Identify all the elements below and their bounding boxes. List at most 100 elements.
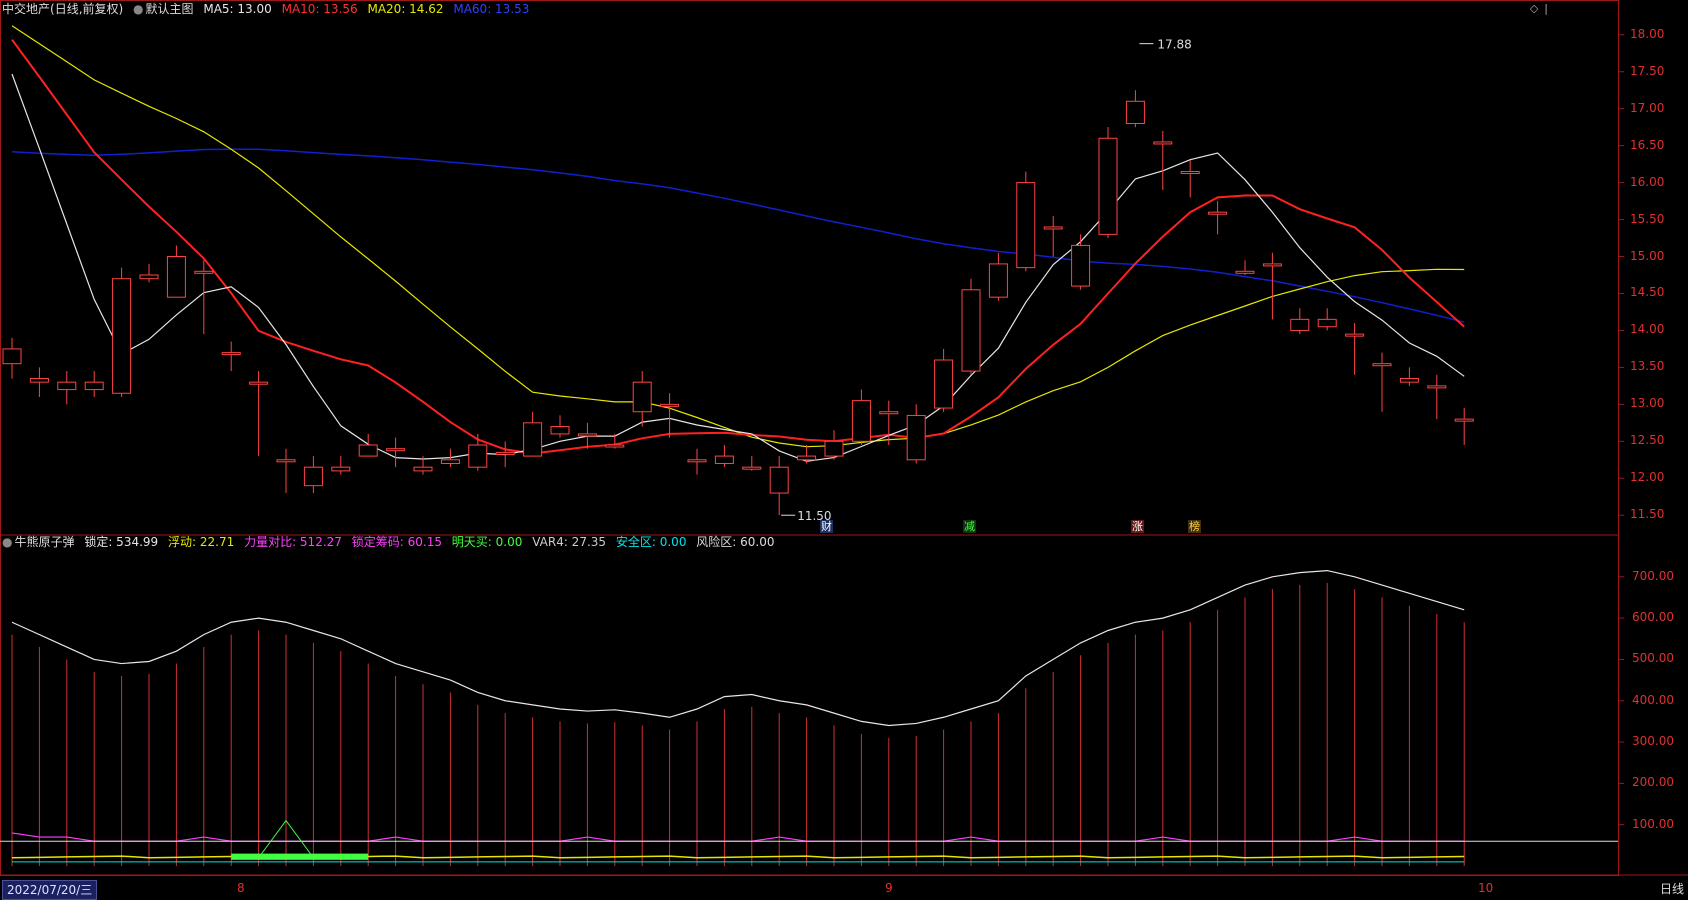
candle-up — [1317, 318, 1337, 328]
vertical-bar-icon[interactable]: | — [1544, 2, 1548, 18]
candle-up — [523, 422, 543, 457]
candle-up — [1399, 377, 1419, 383]
ma20-line — [11, 25, 1465, 448]
risk-zone-value: 风险区: 60.00 — [696, 535, 775, 549]
lock-line — [11, 569, 1465, 727]
sub-axis-label: 600.00 — [1632, 610, 1674, 625]
price-axis-label: 13.50 — [1630, 359, 1665, 374]
candle-up — [550, 426, 570, 435]
candle-up — [1427, 385, 1447, 389]
price-axis-label: 12.50 — [1630, 433, 1665, 448]
stock-name[interactable]: 中交地产 — [2, 2, 50, 16]
candle-up — [660, 403, 680, 407]
price-axis-label: 14.50 — [1630, 285, 1665, 300]
candle-up — [605, 444, 625, 448]
candle-up — [358, 444, 378, 457]
price-axis-label: 12.00 — [1630, 470, 1665, 485]
period-label: (日线,前复权) — [50, 2, 124, 16]
candle-up — [1290, 318, 1310, 331]
cursor-date-label: 2022/07/20/三 — [2, 880, 98, 900]
price-axis-label: 15.00 — [1630, 248, 1665, 263]
buy-tomorrow-value: 明天买: 0.00 — [451, 535, 523, 549]
candle-up — [1153, 141, 1173, 145]
price-axis-label: 16.00 — [1630, 174, 1665, 189]
candle-up — [29, 377, 49, 383]
candle-up — [440, 459, 460, 464]
candle-up — [1071, 244, 1091, 287]
candle-up — [166, 256, 186, 298]
ma20-label: MA20: 14.62 — [367, 2, 444, 16]
candle-up — [1125, 100, 1145, 124]
candle-up — [577, 433, 597, 437]
x-tick-oct: 10 — [1478, 881, 1494, 895]
event-marker-finance[interactable]: 财 — [820, 520, 833, 533]
candle-up — [797, 455, 817, 461]
sub-axis-label: 100.00 — [1632, 816, 1674, 831]
price-axis-label: 16.50 — [1630, 137, 1665, 152]
candle-up — [769, 466, 789, 494]
x-tick-aug: 8 — [237, 881, 245, 895]
template-label[interactable]: 默认主图 — [146, 2, 194, 16]
sub-axis-label: 700.00 — [1632, 568, 1674, 583]
candle-up — [824, 440, 844, 457]
sub-axis-label: 300.00 — [1632, 734, 1674, 749]
candle-up — [495, 451, 515, 455]
candle-up — [934, 359, 954, 409]
diamond-icon[interactable]: ◇ — [1530, 2, 1538, 18]
ma10-line — [11, 39, 1465, 455]
high-annotation: 17.88 — [1157, 38, 1191, 52]
sub-axis-label: 400.00 — [1632, 692, 1674, 707]
candle-up — [879, 411, 899, 415]
window-controls: ◇ | — [1530, 2, 1548, 18]
price-axis-label: 13.00 — [1630, 396, 1665, 411]
chart-frame — [0, 0, 1619, 876]
candle-up — [57, 381, 77, 391]
main-chart-header: 中交地产(日线,前复权) ● 默认主图 MA5: 13.00 MA10: 13.5… — [2, 0, 535, 18]
sub-axis-label: 500.00 — [1632, 651, 1674, 666]
ma5-label: MA5: 13.00 — [203, 2, 272, 16]
indicator-name[interactable]: 牛熊原子弹 — [14, 535, 74, 549]
event-marker-list[interactable]: 榜 — [1188, 520, 1201, 533]
candle-up — [1345, 333, 1365, 337]
float-value: 浮动: 22.71 — [168, 535, 235, 549]
ma60-label: MA60: 13.53 — [453, 2, 530, 16]
event-marker-reduce[interactable]: 减 — [963, 520, 976, 533]
candle-up — [961, 289, 981, 372]
candle-up — [1098, 137, 1118, 235]
price-axis-label: 11.50 — [1630, 507, 1665, 522]
candle-up — [112, 278, 132, 394]
sub-chart-header: ● 牛熊原子弹 锁定: 534.99 浮动: 22.71 力量对比: 512.27… — [2, 533, 781, 551]
candle-up — [468, 444, 488, 468]
power-value: 力量对比: 512.27 — [244, 535, 342, 549]
sub-axis-label: 200.00 — [1632, 775, 1674, 790]
candle-up — [84, 381, 104, 391]
ma10-label: MA10: 13.56 — [281, 2, 358, 16]
candle-up — [276, 459, 296, 463]
period-tag[interactable]: 日线 — [1660, 880, 1684, 898]
event-marker-limit-up[interactable]: 涨 — [1131, 520, 1144, 533]
indicator-dropdown-icon[interactable]: ● — [2, 535, 12, 549]
candle-up — [906, 414, 926, 461]
candle-up — [331, 466, 351, 472]
safe-zone-value: 安全区: 0.00 — [615, 535, 687, 549]
buy-zone — [231, 853, 369, 860]
candle-up — [139, 274, 159, 280]
ma5-line — [11, 73, 1465, 462]
var4-value: VAR4: 27.35 — [532, 535, 607, 549]
price-axis-label: 15.50 — [1630, 211, 1665, 226]
candle-up — [1454, 418, 1474, 422]
price-axis-label: 17.50 — [1630, 63, 1665, 78]
lock-chip-value: 锁定筹码: 60.15 — [351, 535, 442, 549]
chart-canvas[interactable]: 17.88 11.50 — [0, 0, 1688, 899]
candle-up — [1180, 171, 1200, 175]
candle-up — [2, 348, 22, 365]
candle-up — [386, 448, 406, 452]
lock-value: 锁定: 534.99 — [84, 535, 159, 549]
power-line — [11, 832, 1465, 842]
candle-up — [851, 400, 871, 442]
candle-up — [413, 466, 433, 472]
candle-up — [687, 459, 707, 463]
template-dropdown-icon[interactable]: ● — [133, 2, 143, 16]
candle-up — [303, 466, 323, 487]
candle-up — [1208, 211, 1228, 215]
